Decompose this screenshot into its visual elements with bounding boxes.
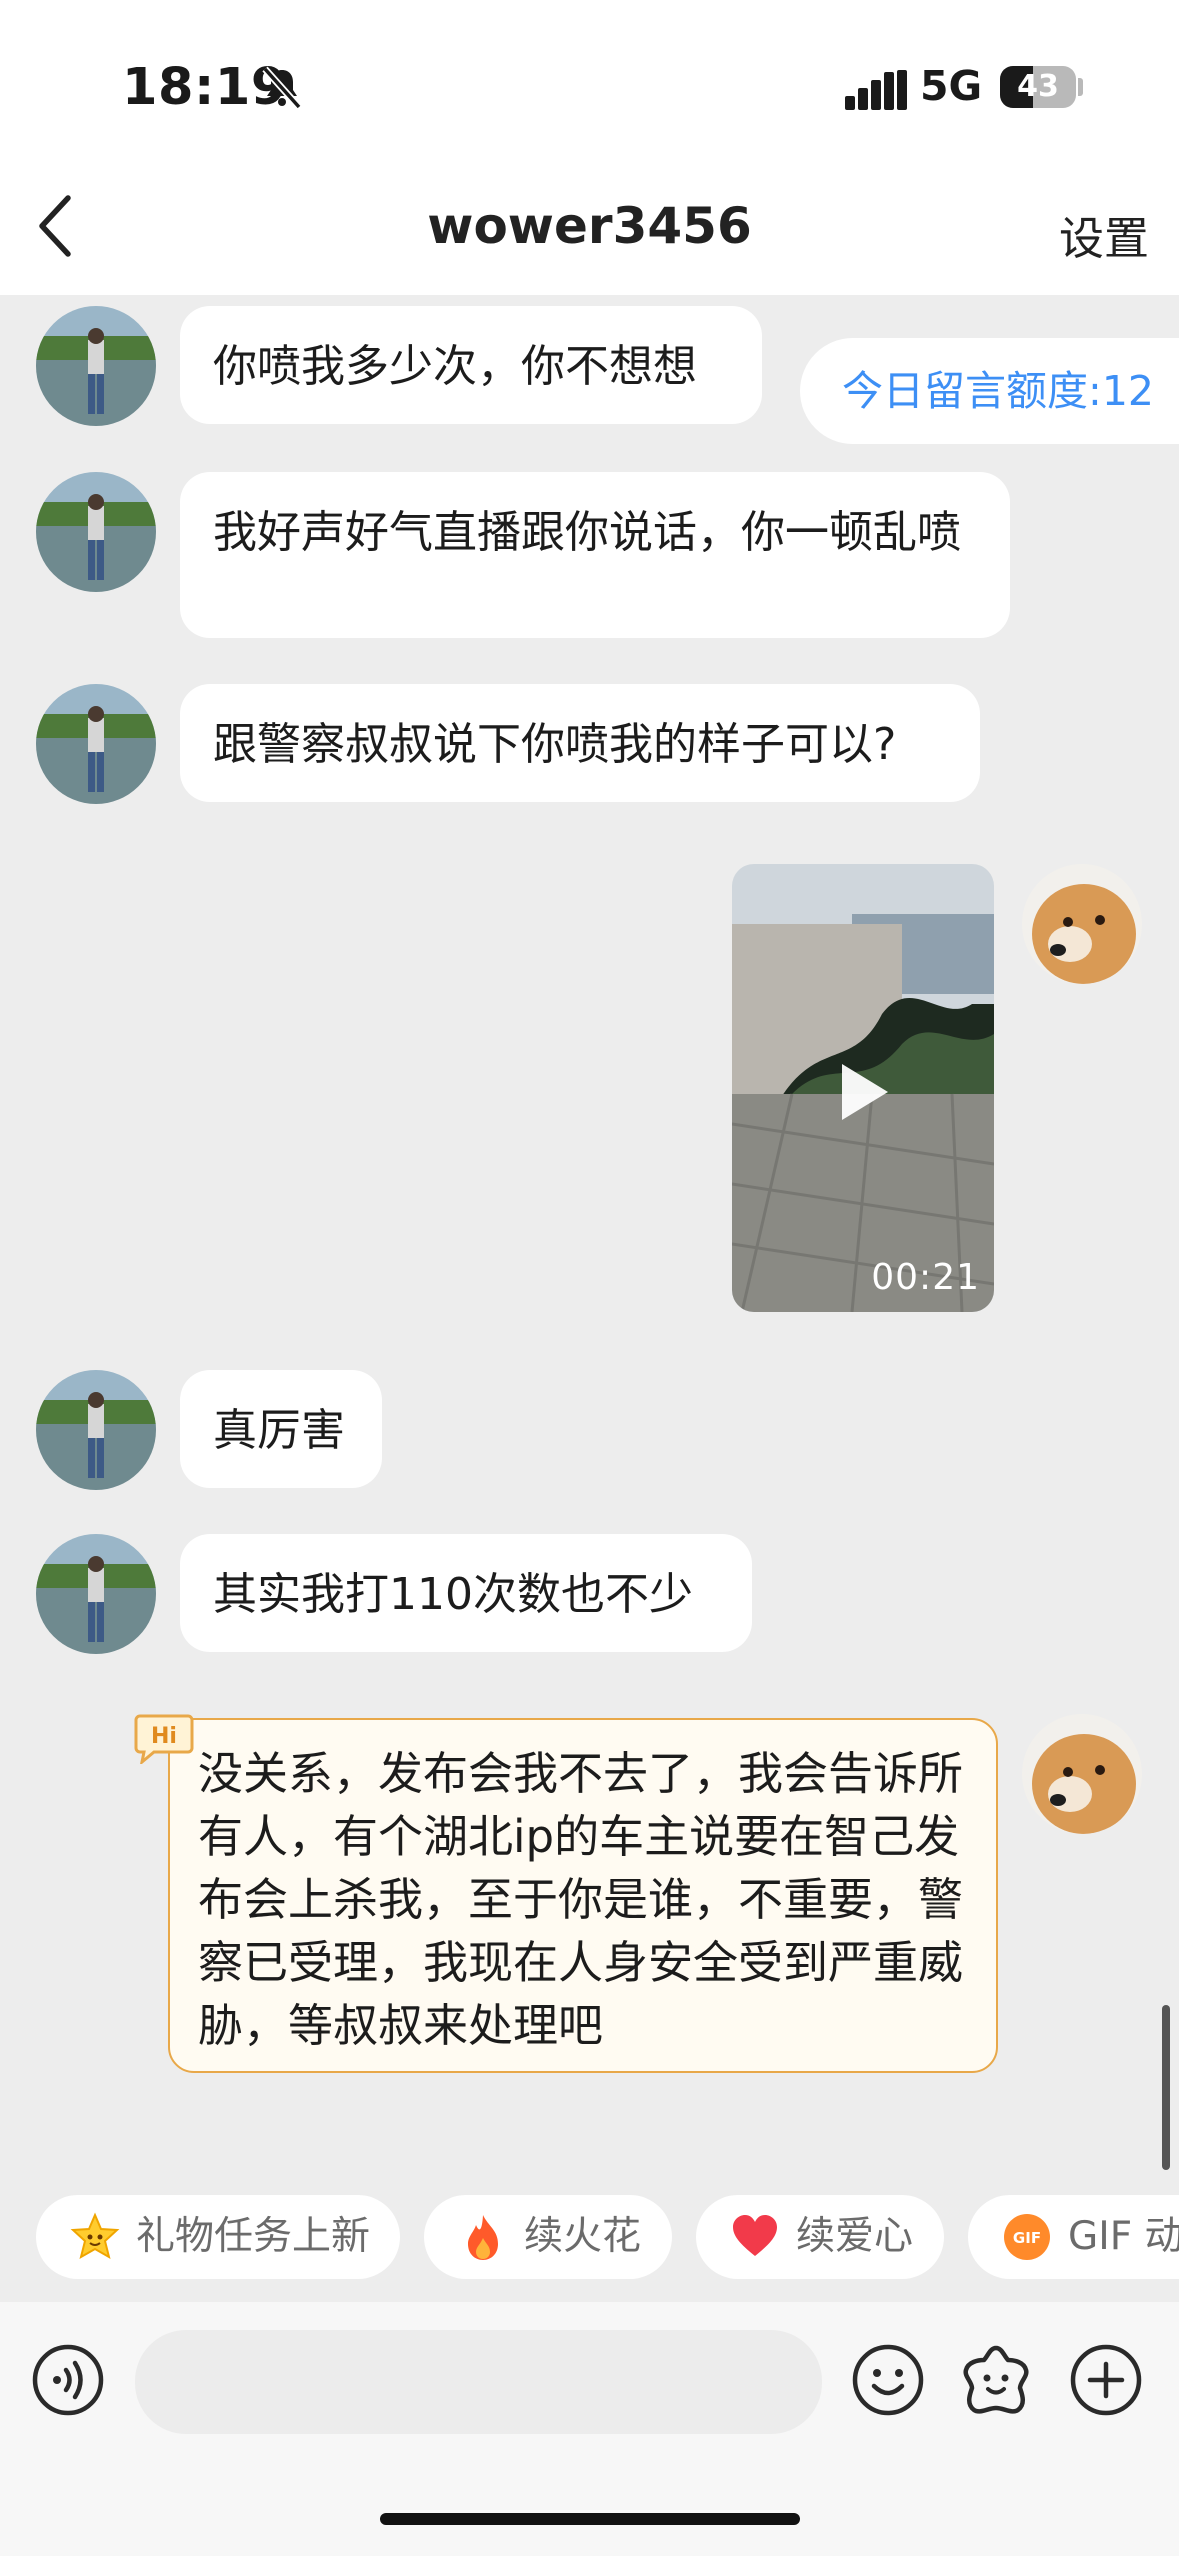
quick-action-label: GIF 动 — [1068, 2214, 1179, 2259]
muted-bell-icon — [262, 66, 302, 110]
message-bubble: 真厉害 — [180, 1370, 382, 1488]
contact-avatar[interactable] — [36, 472, 156, 592]
battery-level: 43 — [1017, 69, 1059, 104]
my-avatar[interactable] — [1022, 864, 1142, 984]
battery-cap — [1078, 78, 1083, 96]
contact-avatar[interactable] — [36, 1370, 156, 1490]
message-quota-badge[interactable]: 今日留言额度:12 — [800, 338, 1179, 444]
hi-badge-text: Hi — [151, 1724, 177, 1749]
network-type: 5G — [920, 62, 983, 110]
quick-actions-bar: 礼物任务上新 续火花 续爱心 GIF GIF 动 — [0, 2195, 1179, 2279]
my-avatar[interactable] — [1022, 1714, 1142, 1834]
top-bar: 18:19 5G 43 wower3456 设置 — [0, 0, 1179, 295]
contact-avatar[interactable] — [36, 1534, 156, 1654]
message-bubble: 其实我打110次数也不少 — [180, 1534, 752, 1652]
play-icon[interactable] — [842, 1064, 888, 1120]
message-bubble: 跟警察叔叔说下你喷我的样子可以? — [180, 684, 980, 802]
signal-icon — [845, 70, 907, 110]
quick-action-heart[interactable]: 续爱心 — [696, 2195, 944, 2279]
add-icon[interactable] — [1068, 2342, 1144, 2418]
settings-button[interactable]: 设置 — [1059, 202, 1149, 267]
quick-action-label: 礼物任务上新 — [136, 2214, 371, 2259]
fire-icon — [468, 2215, 498, 2260]
quick-action-gif[interactable]: GIF GIF 动 — [968, 2195, 1179, 2279]
battery-icon: 43 — [1000, 66, 1076, 108]
hi-badge-icon: Hi — [134, 1714, 194, 1764]
quick-action-label: 续火花 — [524, 2214, 642, 2259]
video-message[interactable]: 00:21 — [732, 864, 994, 1312]
heart-icon — [733, 2215, 777, 2256]
star-face-icon — [70, 2212, 120, 2260]
message-bubble: 我好声好气直播跟你说话，你一顿乱喷 — [180, 472, 1010, 638]
home-indicator[interactable] — [380, 2513, 800, 2525]
quick-action-label: 续爱心 — [796, 2214, 914, 2259]
sticker-icon[interactable] — [958, 2342, 1034, 2418]
emoji-icon[interactable] — [850, 2342, 926, 2418]
greeting-message-bubble: 没关系，发布会我不去了，我会告诉所有人，有个湖北ip的车主说要在智己发布会上杀我… — [168, 1718, 998, 2073]
chat-title: wower3456 — [427, 197, 752, 255]
message-bubble: 你喷我多少次，你不想想 — [180, 306, 762, 424]
quick-action-gift-task[interactable]: 礼物任务上新 — [36, 2195, 400, 2279]
scrollbar[interactable] — [1162, 2005, 1170, 2170]
quick-action-streak[interactable]: 续火花 — [424, 2195, 672, 2279]
contact-avatar[interactable] — [36, 684, 156, 804]
gif-icon-text: GIF — [1013, 2229, 1041, 2247]
video-duration: 00:21 — [871, 1257, 980, 1298]
message-input[interactable] — [135, 2330, 822, 2434]
contact-avatar[interactable] — [36, 306, 156, 426]
voice-icon[interactable] — [30, 2342, 106, 2418]
gif-icon: GIF — [1004, 2214, 1050, 2260]
